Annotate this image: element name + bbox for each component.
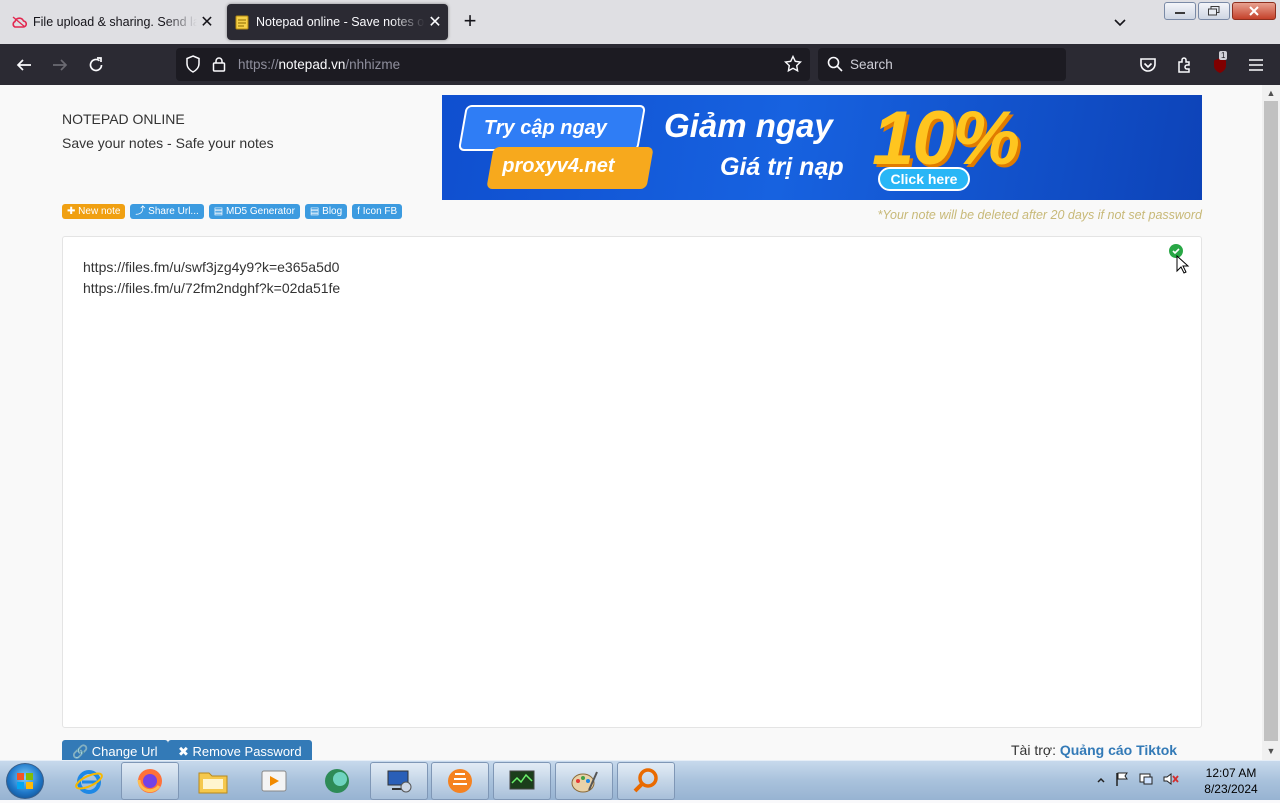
task-monitor-icon[interactable] [493,762,551,800]
search-placeholder: Search [850,57,893,72]
banner-tag-site: proxyv4.net [486,147,654,189]
network-app-icon[interactable] [370,762,428,800]
banner-click-here-button[interactable]: Click here [878,167,970,191]
page-content: NOTEPAD ONLINE Save your notes - Safe yo… [0,85,1262,760]
note-editor[interactable]: https://files.fm/u/swf3jzg4y9?k=e365a5d0… [62,236,1202,728]
share-url-button[interactable]: ⤴ Share Url... [130,204,204,219]
tab-notepad[interactable]: Notepad online - Save notes online ✕ [227,4,448,40]
network-icon[interactable] [1138,771,1154,792]
close-window-button[interactable] [1232,2,1276,20]
blog-button[interactable]: ▤ Blog [304,204,348,219]
app-green-icon[interactable] [308,762,366,800]
tab-files-fm[interactable]: File upload & sharing. Send large files … [4,4,220,40]
window-controls [1164,2,1276,20]
media-player-icon[interactable] [245,762,303,800]
remove-password-button[interactable]: ✖ Remove Password [168,740,312,760]
extension-badge: 1 [1219,51,1228,60]
minimize-button[interactable] [1164,2,1196,20]
navigation-bar: https://notepad.vn/nhhizme Search 1 [0,44,1280,85]
notepad-icon [234,14,250,30]
mouse-cursor-icon [1176,254,1190,280]
site-title: NOTEPAD ONLINE [62,111,185,127]
icon-fb-button[interactable]: f Icon FB [352,204,403,219]
scroll-thumb[interactable] [1264,101,1278,741]
lock-icon[interactable] [206,51,232,77]
url-bar[interactable]: https://notepad.vn/nhhizme [176,48,810,81]
reload-icon[interactable] [83,52,109,78]
note-line: https://files.fm/u/swf3jzg4y9?k=e365a5d0 [83,259,340,275]
start-button[interactable] [6,763,44,799]
back-icon[interactable] [11,52,37,78]
restore-button[interactable] [1198,2,1230,20]
banner-tag-try: Try cập ngay [457,105,647,151]
search-icon [822,51,848,77]
paint-icon[interactable] [555,762,613,800]
internet-explorer-icon[interactable] [60,762,118,800]
note-line: https://files.fm/u/72fm2ndghf?k=02da51fe [83,280,341,296]
banner-subline: Giá trị nạp [720,153,844,181]
file-explorer-icon[interactable] [184,762,242,800]
close-tab-icon[interactable]: ✕ [425,12,445,32]
search-bar[interactable]: Search [818,48,1066,81]
system-clock[interactable]: 12:07 AM 8/23/2024 [1196,765,1266,797]
search-app-icon[interactable] [617,762,675,800]
ublock-icon[interactable]: 1 [1207,51,1233,78]
scroll-up-icon[interactable]: ▲ [1265,87,1277,99]
action-center-flag-icon[interactable] [1114,771,1130,792]
bookmark-star-icon[interactable] [780,51,806,77]
clock-time: 12:07 AM [1205,766,1257,780]
new-tab-button[interactable]: + [458,10,482,34]
firefox-icon[interactable] [121,762,179,800]
clock-date: 8/23/2024 [1204,782,1258,796]
change-url-button[interactable]: 🔗 Change Url [62,740,168,760]
close-tab-icon[interactable]: ✕ [197,12,217,32]
md5-generator-button[interactable]: ▤ MD5 Generator [208,204,300,219]
forward-icon[interactable] [47,52,73,78]
site-subtitle: Save your notes - Safe your notes [62,135,274,151]
show-hidden-icons[interactable] [1096,772,1106,790]
deletion-warning: *Your note will be deleted after 20 days… [877,208,1203,222]
banner-headline: Giảm ngay [664,107,833,144]
sponsor-text: Tài trợ: Quảng cáo Tiktok [1011,742,1178,758]
cloud-icon [11,14,27,30]
volume-muted-icon[interactable] [1162,771,1180,792]
page-scrollbar[interactable]: ▲ ▼ [1262,85,1280,760]
extensions-icon[interactable] [1171,52,1197,78]
tab-title: Notepad online - Save notes online [256,15,425,29]
tab-strip: File upload & sharing. Send large files … [0,0,1280,44]
system-tray [1096,761,1180,801]
scroll-down-icon[interactable]: ▼ [1265,745,1277,757]
ad-banner[interactable]: Try cập ngay proxyv4.net Giảm ngay Giá t… [442,95,1202,200]
vlc-icon[interactable] [431,762,489,800]
tracking-shield-icon[interactable] [180,51,206,77]
tab-title: File upload & sharing. Send large files [33,15,197,29]
menu-icon[interactable] [1243,52,1269,78]
new-note-button[interactable]: ✚ New note [62,204,126,219]
sponsor-link[interactable]: Quảng cáo Tiktok [1060,742,1177,758]
taskbar: 12:07 AM 8/23/2024 [0,760,1280,800]
action-buttons: ✚ New note ⤴ Share Url... ▤ MD5 Generato… [62,204,403,219]
url-text[interactable]: https://notepad.vn/nhhizme [238,57,400,72]
pocket-icon[interactable] [1135,52,1161,78]
list-all-tabs-icon[interactable] [1110,12,1130,32]
